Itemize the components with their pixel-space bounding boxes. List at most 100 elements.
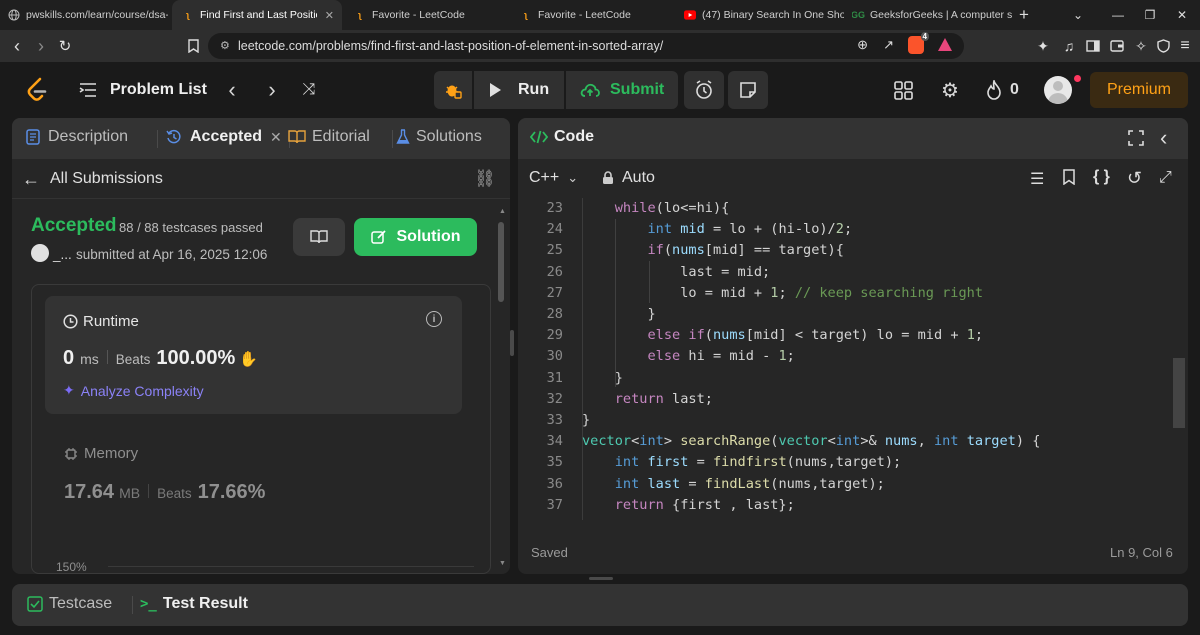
line-number: 36 — [546, 475, 563, 492]
forward-icon[interactable]: › — [30, 30, 52, 62]
streak-flame-icon[interactable] — [984, 79, 1004, 101]
tab-test-result-label: Test Result — [162, 595, 248, 612]
tab-accepted[interactable]: Accepted ✕ — [166, 128, 282, 146]
memory-stats: 17.64 MB Beats 17.66% — [64, 481, 265, 504]
code-tab-label: Code — [554, 128, 594, 145]
debugger-button[interactable] — [434, 71, 472, 109]
problem-list-icon[interactable] — [78, 80, 98, 100]
scroll-thumb[interactable] — [498, 222, 504, 302]
browser-tab[interactable]: (47) Binary Search In One Shot — [684, 0, 844, 30]
tab-test-result[interactable]: >_ Test Result — [140, 595, 248, 613]
runtime-card[interactable]: Runtime i 0 ms Beats 100.00% ✋ ✦ Analyze… — [45, 296, 462, 414]
youtube-icon — [684, 9, 696, 21]
extensions-icon[interactable]: ✦ — [1032, 30, 1054, 62]
tab-search-icon[interactable]: ⌄ — [1058, 0, 1098, 30]
leetcode-logo-icon[interactable] — [24, 76, 50, 104]
wallet-icon[interactable] — [1106, 30, 1128, 62]
memory-header[interactable]: Memory — [64, 445, 138, 462]
runtime-label: Runtime — [83, 313, 139, 330]
editor-scroll-thumb[interactable] — [1173, 358, 1185, 428]
url-text: leetcode.com/problems/find-first-and-las… — [238, 39, 664, 53]
autocomplete-mode[interactable]: Auto — [602, 169, 655, 187]
menu-icon[interactable]: ≡ — [1176, 30, 1194, 62]
scroll-up-icon[interactable]: ▲ — [499, 208, 506, 215]
tab-description[interactable]: Description — [26, 128, 128, 146]
info-icon[interactable]: i — [426, 311, 442, 327]
solution-button[interactable]: Solution — [354, 218, 477, 256]
line-number: 28 — [546, 306, 563, 322]
code-tab[interactable]: Code — [530, 128, 594, 146]
sparkle-icon: ✦ — [63, 382, 75, 398]
site-info-icon[interactable]: ⚙ — [220, 39, 230, 52]
bookmark-code-icon[interactable] — [1063, 169, 1075, 190]
cursor-position: Ln 9, Col 6 — [1110, 545, 1173, 560]
bottom-resize-handle[interactable] — [589, 577, 613, 580]
reload-icon[interactable]: ↻ — [54, 30, 76, 62]
all-submissions-label: All Submissions — [50, 170, 163, 187]
bookmark-icon[interactable] — [183, 30, 203, 62]
link-icon[interactable]: ⛓ — [474, 169, 496, 189]
language-select[interactable]: C++ ⌄ — [529, 169, 578, 187]
settings-gear-icon[interactable]: ⚙ — [939, 79, 961, 102]
line-number: 23 — [546, 200, 563, 216]
format-code-icon[interactable]: { } — [1093, 168, 1110, 186]
browser-tab-active[interactable]: ʅ Find First and Last Position o ✕ — [172, 0, 342, 30]
submit-button[interactable]: Submit — [566, 71, 678, 109]
user-avatar[interactable] — [31, 244, 49, 262]
close-tab-icon[interactable]: ✕ — [317, 9, 342, 22]
tab-solutions[interactable]: Solutions — [396, 128, 482, 146]
close-window-button[interactable]: ✕ — [1162, 0, 1200, 30]
back-icon[interactable]: ‹ — [6, 30, 28, 62]
media-icon[interactable]: ♫ — [1058, 30, 1080, 62]
reset-code-icon[interactable]: ↺ — [1127, 168, 1142, 189]
browser-tab[interactable]: pwskills.com/learn/course/dsa-c — [8, 0, 168, 30]
random-problem-icon[interactable]: ⤨ — [298, 80, 320, 100]
browser-tab-title: GeeksforGeeks | A computer sc — [870, 9, 1012, 21]
browser-tab[interactable]: ʅ Favorite - LeetCode — [352, 0, 512, 30]
history-icon — [166, 129, 181, 144]
brave-shield-icon[interactable]: 4 — [908, 32, 929, 54]
close-tab-icon[interactable]: ✕ — [270, 129, 282, 146]
run-button[interactable]: Run — [474, 71, 564, 109]
line-number: 34 — [546, 433, 563, 450]
url-field[interactable]: ⚙ leetcode.com/problems/find-first-and-l… — [208, 32, 964, 59]
tab-testcase[interactable]: Testcase — [27, 595, 112, 613]
submitter-name[interactable]: _... — [53, 247, 72, 262]
brave-rewards-icon[interactable] — [938, 38, 952, 51]
divider — [12, 198, 510, 199]
code-editor[interactable]: while(lo<=hi){ int mid = lo + (hi-lo)/2;… — [582, 198, 1040, 516]
run-label: Run — [518, 81, 550, 98]
all-submissions-link[interactable]: ← All Submissions — [22, 168, 163, 190]
next-problem-icon[interactable]: › — [262, 77, 282, 102]
leetcode-icon: ʅ — [524, 10, 528, 20]
layout-icon[interactable] — [892, 79, 914, 101]
prev-problem-icon[interactable]: ‹ — [222, 77, 242, 102]
line-number: 35 — [546, 454, 563, 471]
share-icon[interactable]: ↗ — [883, 37, 894, 53]
scroll-down-icon[interactable]: ▼ — [499, 560, 506, 567]
notes-button[interactable] — [728, 71, 768, 109]
play-icon — [490, 83, 501, 97]
sidebar-icon[interactable] — [1082, 30, 1104, 62]
new-tab-button[interactable]: + — [1004, 0, 1044, 30]
leo-ai-icon[interactable]: ✧ — [1130, 30, 1152, 62]
vpn-shield-icon[interactable] — [1152, 30, 1174, 62]
problem-list-link[interactable]: Problem List — [110, 81, 207, 99]
analyze-complexity-link[interactable]: ✦ Analyze Complexity — [63, 382, 204, 399]
browser-tab[interactable]: GG GeeksforGeeks | A computer sc — [852, 0, 1012, 30]
left-scrollbar[interactable]: ▲ ▼ — [497, 208, 506, 574]
panel-resize-handle[interactable] — [510, 330, 514, 356]
line-number: 31 — [546, 369, 563, 386]
format-lines-icon[interactable]: ☰ — [1030, 169, 1044, 189]
browser-tab-title: Favorite - LeetCode — [372, 9, 465, 21]
fullscreen-icon[interactable] — [1128, 130, 1146, 148]
browser-tab[interactable]: ʅ Favorite - LeetCode — [520, 0, 680, 30]
avatar[interactable] — [1044, 76, 1072, 104]
zoom-icon[interactable]: ⊕ — [857, 37, 868, 53]
editorial-button[interactable] — [293, 218, 345, 256]
premium-button[interactable]: Premium — [1090, 72, 1188, 108]
tab-editorial[interactable]: Editorial — [288, 128, 370, 146]
timer-button[interactable] — [684, 71, 724, 109]
collapse-panel-icon[interactable]: ‹ — [1160, 125, 1167, 151]
expand-editor-icon[interactable]: ⤢ — [1159, 169, 1172, 187]
